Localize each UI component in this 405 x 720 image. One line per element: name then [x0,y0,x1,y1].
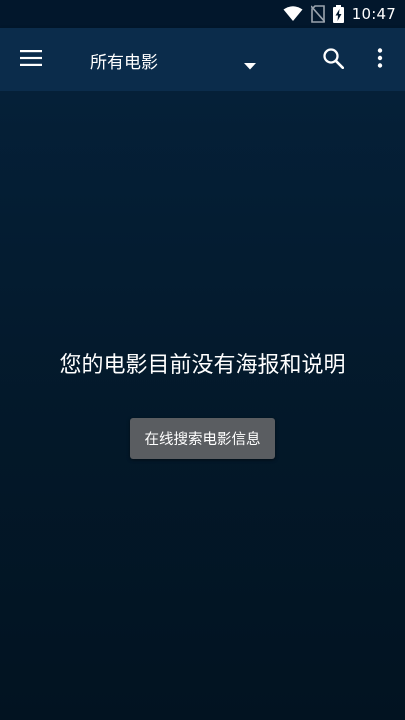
no-sim-icon [310,5,325,23]
status-time: 10:47 [351,5,396,23]
app-toolbar: 所有电影 [0,28,405,91]
search-icon [322,47,344,73]
toolbar-title: 所有电影 [90,52,158,73]
dropdown-arrow-icon [244,55,256,74]
search-button[interactable] [316,43,350,77]
wifi-icon [283,6,303,22]
search-movie-info-online-button[interactable]: 在线搜索电影信息 [130,418,275,459]
status-bar: 10:47 [0,0,405,28]
more-vertical-icon [377,48,383,72]
empty-state-message: 您的电影目前没有海报和说明 [59,353,346,378]
battery-charging-icon [332,5,344,23]
movie-list-area: 您的电影目前没有海报和说明 在线搜索电影信息 [0,91,405,720]
movie-filter-dropdown[interactable]: 所有电影 [72,40,268,80]
menu-button[interactable] [14,43,48,77]
hamburger-menu-icon [20,50,42,70]
more-options-button[interactable] [366,43,394,77]
